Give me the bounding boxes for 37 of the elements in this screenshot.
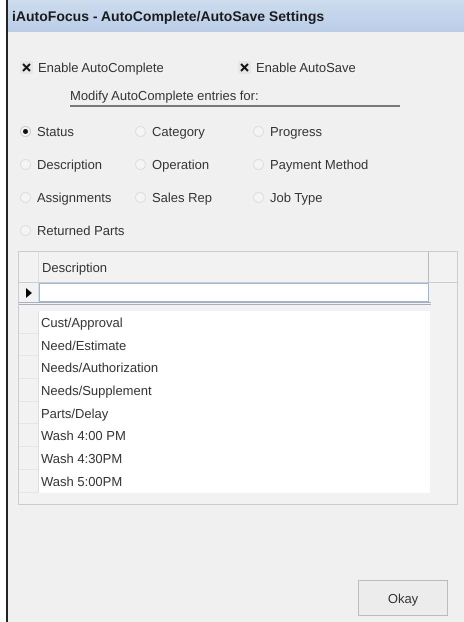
checkbox[interactable] [238,60,251,74]
radio-label: Payment Method [270,157,368,172]
radio-button[interactable] [20,126,31,137]
radio-label: Sales Rep [152,190,212,205]
radio-label: Category [152,124,205,139]
radio-label: Description [37,157,102,172]
table-cell-text: Wash 4:00 PM [40,427,126,446]
group-label: Modify AutoComplete entries for: [70,88,400,107]
table-cell-text: Cust/Approval [40,314,123,332]
row-header[interactable] [19,470,39,492]
column-header[interactable]: Description [39,252,429,282]
checkbox-label: Enable AutoSave [256,60,356,74]
table-cell-text: Need/Estimate [40,336,126,355]
window-title: iAutoFocus - AutoComplete/AutoSave Settings [12,8,324,24]
input-field[interactable] [39,283,429,302]
table-cell-text: Wash 5:00PM [40,472,122,491]
checkbox[interactable] [20,60,33,74]
row-pointer-icon [26,288,32,298]
table-cell-text: Parts/Delay [40,404,108,423]
okay-button[interactable]: Okay [358,580,448,616]
radio-label: Status [37,124,74,139]
radio-label: Returned Parts [37,223,124,238]
row-header[interactable] [19,356,39,380]
table-cell-text: Needs/Authorization [40,359,158,378]
row-header[interactable] [19,402,39,424]
row-header[interactable] [19,311,39,334]
row-header[interactable] [19,334,39,356]
row-header[interactable] [19,424,39,448]
radio-label: Assignments [37,190,112,205]
checkbox-label: Enable AutoComplete [38,60,164,74]
radio-label: Job Type [270,190,323,205]
radio-label: Operation [152,157,210,172]
row-header[interactable] [19,379,39,402]
table-cell-text: Wash 4:30PM [40,450,122,468]
radio-label: Progress [270,124,322,139]
table-cell-text: Needs/Supplement [40,382,152,400]
row-header[interactable] [19,447,39,470]
